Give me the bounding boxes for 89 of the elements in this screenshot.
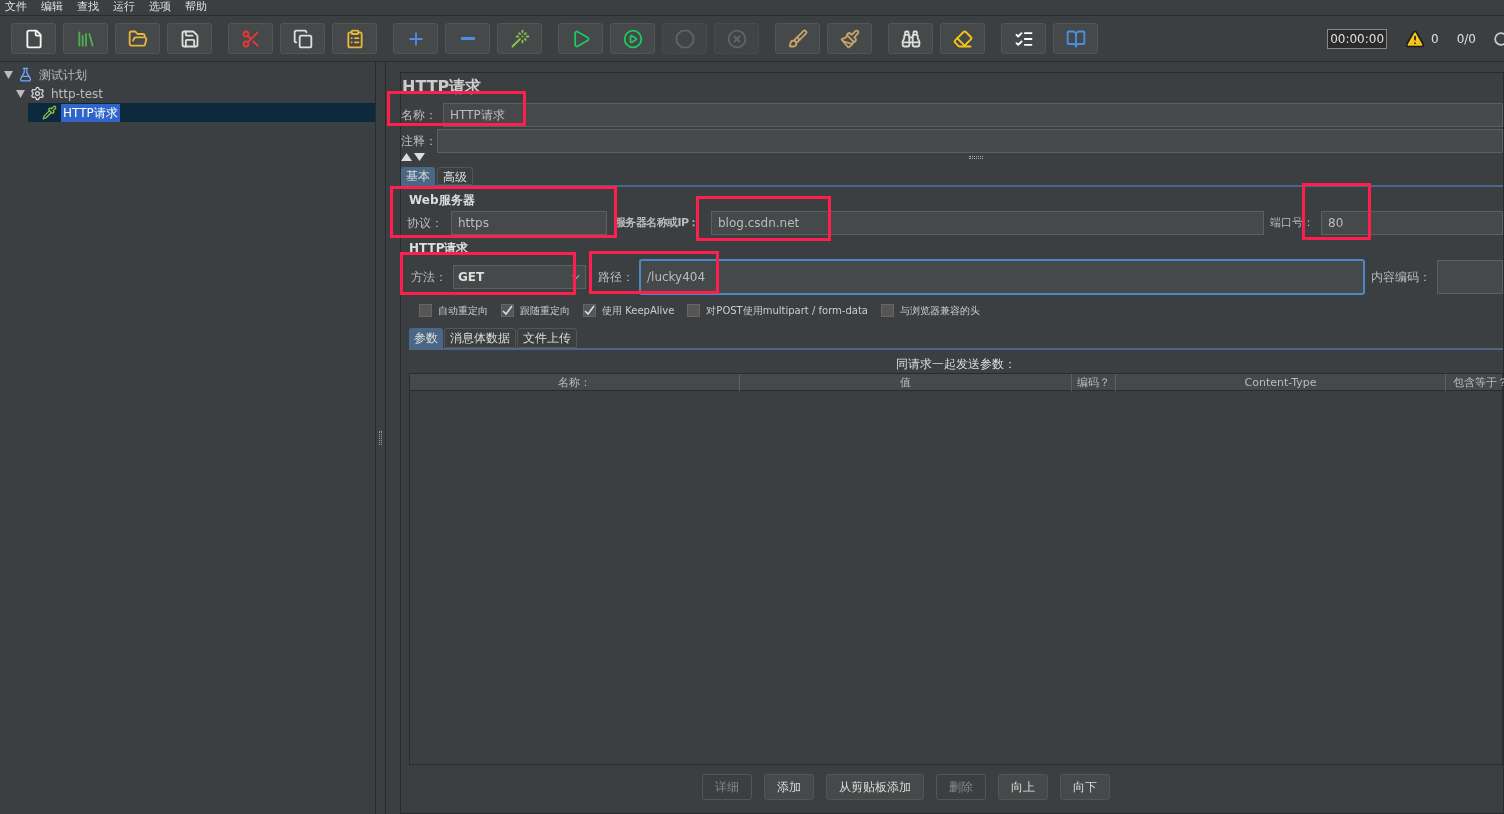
- tab[interactable]: 参数: [409, 328, 443, 348]
- warning-count: 0: [1431, 30, 1439, 48]
- pipette-icon: [42, 105, 57, 120]
- toolbar-button[interactable]: [167, 23, 212, 54]
- menu-item[interactable]: 运行: [113, 0, 135, 16]
- expand-toggle-icon[interactable]: [16, 89, 26, 98]
- tab[interactable]: 基本: [401, 167, 435, 185]
- toolbar-button[interactable]: [1001, 23, 1046, 54]
- checkbox-label: 自动重定向: [438, 304, 488, 318]
- port-label: 端口号：: [1270, 214, 1315, 231]
- protocol-label: 协议：: [407, 215, 444, 232]
- folder-icon: [127, 28, 148, 49]
- toolbar-button[interactable]: [280, 23, 325, 54]
- method-dropdown[interactable]: GET: [453, 265, 586, 289]
- checkbox[interactable]: [880, 304, 894, 317]
- warning-icon: [1405, 28, 1426, 49]
- clipboard-icon: [344, 28, 365, 49]
- help-book-icon: [1065, 28, 1086, 49]
- checkbox[interactable]: [419, 304, 432, 317]
- name-label: 名称：: [401, 107, 438, 124]
- tab[interactable]: 消息体数据: [444, 328, 516, 348]
- scissors-icon: [240, 28, 261, 49]
- checkbox[interactable]: [501, 304, 514, 317]
- elapsed-timer: 00:00:00: [1327, 28, 1388, 49]
- checkbox-label: 与浏览器兼容的头: [899, 304, 980, 318]
- tree-item[interactable]: HTTP请求: [61, 103, 120, 122]
- expand-toggle-icon[interactable]: [4, 70, 14, 79]
- play-icon: [622, 28, 643, 49]
- tab[interactable]: 高级: [437, 167, 473, 185]
- action-button[interactable]: 向上: [998, 774, 1048, 800]
- toolbar-button[interactable]: [332, 23, 377, 54]
- tree-item[interactable]: 测试计划: [37, 65, 89, 84]
- toolbar-button[interactable]: [940, 23, 985, 54]
- resize-grip-icon[interactable]: [969, 155, 983, 159]
- toolbar-button[interactable]: [888, 23, 933, 54]
- toolbar-button[interactable]: [11, 23, 56, 54]
- menu-item[interactable]: 编辑: [41, 0, 63, 16]
- path-field[interactable]: /lucky404: [639, 259, 1365, 295]
- tree-item[interactable]: http-test: [49, 84, 105, 103]
- brush-icon: [839, 28, 860, 49]
- toolbar-button[interactable]: [827, 23, 872, 54]
- column-header[interactable]: Content-Type: [1116, 374, 1446, 391]
- thread-count: 0/0: [1456, 30, 1476, 48]
- checkbox-label: 对POST使用multipart / form-data: [706, 304, 868, 318]
- toolbar-button[interactable]: [115, 23, 160, 54]
- comment-field[interactable]: [437, 129, 1503, 153]
- copy-icon: [292, 28, 313, 49]
- menu-item[interactable]: 帮助: [185, 0, 207, 16]
- name-field[interactable]: HTTP请求: [443, 103, 1503, 127]
- new-document-icon: [23, 28, 44, 49]
- toolbar-button[interactable]: [775, 23, 820, 54]
- binoculars-icon: [900, 28, 921, 49]
- action-button[interactable]: 从剪贴板添加: [826, 774, 924, 800]
- checkbox-label: 跟随重定向: [520, 304, 570, 318]
- column-header[interactable]: 编码？: [1072, 374, 1116, 391]
- encoding-label: 内容编码：: [1371, 269, 1431, 286]
- port-field[interactable]: 80: [1321, 211, 1503, 235]
- toolbar-button[interactable]: [558, 23, 603, 54]
- brush-icon: [787, 28, 808, 49]
- column-header[interactable]: 值: [740, 374, 1072, 391]
- server-field[interactable]: blog.csdn.net: [711, 211, 1264, 235]
- stop-icon: [674, 28, 695, 49]
- collapse-arrows-icon[interactable]: [401, 153, 425, 161]
- checkbox[interactable]: [687, 304, 701, 317]
- group-title: Web服务器: [409, 193, 476, 207]
- books-icon: [75, 28, 96, 49]
- table-caption: 同请求一起发送参数：: [895, 356, 1017, 373]
- gear-icon: [30, 86, 45, 101]
- protocol-field[interactable]: https: [451, 211, 607, 235]
- menu-item[interactable]: 选项: [149, 0, 171, 16]
- minus-icon: [460, 37, 475, 40]
- splitter-handle[interactable]: [379, 431, 382, 445]
- comment-label: 注释：: [401, 133, 437, 150]
- action-button[interactable]: 添加: [764, 774, 814, 800]
- wand-icon: [509, 28, 530, 49]
- toolbar-button[interactable]: [610, 23, 655, 54]
- checkbox-label: 使用 KeepAlive: [602, 304, 675, 318]
- method-label: 方法：: [411, 269, 448, 286]
- checkbox[interactable]: [583, 304, 596, 317]
- menu-item[interactable]: 查找: [77, 0, 99, 16]
- flask-icon: [18, 67, 33, 82]
- column-header[interactable]: 名称：: [410, 374, 740, 391]
- action-button[interactable]: 向下: [1060, 774, 1110, 800]
- tab[interactable]: 文件上传: [517, 328, 577, 348]
- menu-item[interactable]: 文件: [5, 0, 27, 16]
- close-circle-icon: [726, 28, 747, 49]
- path-label: 路径：: [598, 269, 635, 286]
- encoding-field[interactable]: [1437, 260, 1503, 294]
- save-icon: [179, 28, 200, 49]
